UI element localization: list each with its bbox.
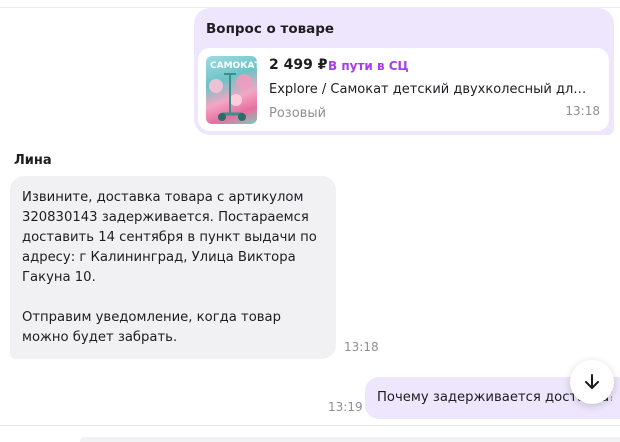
incoming-message: Извините, доставка товара с артикулом 32…: [10, 176, 336, 359]
scroll-down-button[interactable]: [570, 360, 614, 404]
product-price: 2 499 ₽: [269, 57, 328, 73]
product-question-message[interactable]: Вопрос о товаре САМОКАТ 2 499 ₽ В пути в…: [194, 8, 614, 135]
product-thumbnail[interactable]: САМОКАТ: [206, 56, 257, 124]
scooter-image-icon: САМОКАТ: [209, 61, 257, 121]
product-card[interactable]: САМОКАТ 2 499 ₽ В пути в СЦ Explore / Са…: [198, 48, 609, 131]
sender-name: Лина: [14, 153, 52, 168]
product-question-title: Вопрос о товаре: [206, 21, 335, 37]
product-color: Розовый: [269, 106, 327, 121]
message-timestamp: 13:18: [344, 340, 379, 354]
message-input-area[interactable]: [80, 437, 620, 442]
delivery-status-badge: В пути в СЦ: [328, 59, 409, 73]
incoming-message-text: Извините, доставка товара с артикулом 32…: [22, 190, 317, 345]
product-name[interactable]: Explore / Самокат детский двухколесный д…: [269, 82, 589, 97]
message-timestamp: 13:19: [328, 400, 363, 414]
arrow-down-icon: [585, 374, 599, 389]
bottom-divider: [0, 425, 620, 426]
message-timestamp: 13:18: [565, 104, 600, 118]
svg-text:САМОКАТ: САМОКАТ: [210, 61, 257, 71]
